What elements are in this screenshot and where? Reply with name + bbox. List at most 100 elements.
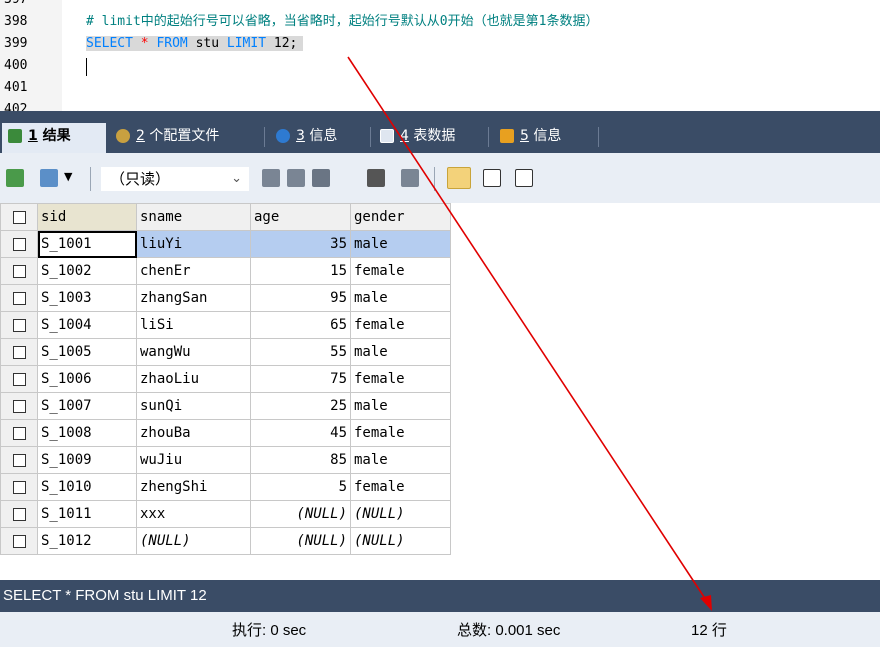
table-row[interactable]: S_1001 liuYi 35 male (0, 230, 451, 258)
table-row[interactable]: S_1007 sunQi 25 male (0, 392, 451, 420)
cell-gender[interactable]: male (350, 392, 451, 420)
cell-age[interactable]: 95 (250, 284, 351, 312)
cell-sname[interactable]: zhouBa (136, 419, 251, 447)
tab-profiles[interactable]: 2 个配置文件 (110, 123, 260, 153)
row-checkbox[interactable] (0, 527, 38, 555)
cell-sid[interactable]: S_1003 (37, 284, 137, 312)
cell-sid[interactable]: S_1011 (37, 500, 137, 528)
cell-age[interactable]: 35 (250, 230, 351, 258)
select-all-checkbox[interactable] (0, 203, 38, 231)
table-row[interactable]: S_1003 zhangSan 95 male (0, 284, 451, 312)
cell-age[interactable]: (NULL) (250, 527, 351, 555)
cell-gender[interactable]: male (350, 230, 451, 258)
save-icon[interactable] (312, 169, 330, 187)
cell-gender[interactable]: male (350, 338, 451, 366)
row-checkbox[interactable] (0, 473, 38, 501)
cell-sname[interactable]: zhengShi (136, 473, 251, 501)
cell-sid[interactable]: S_1002 (37, 257, 137, 285)
row-checkbox[interactable] (0, 446, 38, 474)
readonly-select[interactable]: （只读） ⌄ (101, 167, 249, 191)
cell-age[interactable]: 45 (250, 419, 351, 447)
table-row[interactable]: S_1002 chenEr 15 female (0, 257, 451, 285)
tab-info[interactable]: 5 信息 (494, 123, 596, 153)
row-checkbox[interactable] (0, 230, 38, 258)
cell-gender[interactable]: female (350, 419, 451, 447)
checkbox-icon (12, 507, 26, 521)
cell-sid[interactable]: S_1010 (37, 473, 137, 501)
table-row[interactable]: S_1009 wuJiu 85 male (0, 446, 451, 474)
cell-gender[interactable]: male (350, 284, 451, 312)
cell-age[interactable]: 5 (250, 473, 351, 501)
grid-header-row: sid sname age gender (0, 203, 451, 231)
table-row[interactable]: S_1012 (NULL) (NULL) (NULL) (0, 527, 451, 555)
column-header-gender[interactable]: gender (350, 203, 451, 231)
column-header-age[interactable]: age (250, 203, 351, 231)
cell-age[interactable]: 65 (250, 311, 351, 339)
cell-sid[interactable]: S_1012 (37, 527, 137, 555)
cancel-icon[interactable] (401, 169, 419, 187)
grid-view-icon[interactable] (447, 167, 471, 189)
export-grid-icon[interactable] (6, 169, 24, 187)
cell-gender[interactable]: female (350, 473, 451, 501)
cell-sname[interactable]: zhangSan (136, 284, 251, 312)
row-checkbox[interactable] (0, 284, 38, 312)
code-sql-line[interactable]: SELECT * FROM stu LIMIT 12; (86, 33, 304, 55)
cell-sname[interactable]: sunQi (136, 392, 251, 420)
cell-gender[interactable]: male (350, 446, 451, 474)
table-row[interactable]: S_1011 xxx (NULL) (NULL) (0, 500, 451, 528)
column-header-sid[interactable]: sid (37, 203, 137, 231)
table-row[interactable]: S_1008 zhouBa 45 female (0, 419, 451, 447)
cell-sname[interactable]: zhaoLiu (136, 365, 251, 393)
cell-sid[interactable]: S_1005 (37, 338, 137, 366)
cell-sname[interactable]: wuJiu (136, 446, 251, 474)
cell-age[interactable]: (NULL) (250, 500, 351, 528)
row-checkbox[interactable] (0, 500, 38, 528)
row-checkbox[interactable] (0, 419, 38, 447)
cell-gender[interactable]: female (350, 311, 451, 339)
table-row[interactable]: S_1004 liSi 65 female (0, 311, 451, 339)
cell-age[interactable]: 55 (250, 338, 351, 366)
cell-sname[interactable]: chenEr (136, 257, 251, 285)
column-header-sname[interactable]: sname (136, 203, 251, 231)
table-row[interactable]: S_1005 wangWu 55 male (0, 338, 451, 366)
query-status-bar: SELECT * FROM stu LIMIT 12 (0, 580, 880, 612)
cell-sid[interactable]: S_1009 (37, 446, 137, 474)
cell-sname[interactable]: xxx (136, 500, 251, 528)
cell-sname[interactable]: (NULL) (136, 527, 251, 555)
cell-gender[interactable]: female (350, 365, 451, 393)
cell-gender[interactable]: female (350, 257, 451, 285)
cell-age[interactable]: 15 (250, 257, 351, 285)
chevron-down-icon[interactable]: ▼ (64, 170, 72, 183)
cell-age[interactable]: 85 (250, 446, 351, 474)
row-checkbox[interactable] (0, 311, 38, 339)
cell-sname[interactable]: liSi (136, 311, 251, 339)
form-view-icon[interactable] (483, 169, 501, 187)
delete-icon[interactable] (367, 169, 385, 187)
row-checkbox[interactable] (0, 257, 38, 285)
cell-sid[interactable]: S_1004 (37, 311, 137, 339)
cell-age[interactable]: 25 (250, 392, 351, 420)
cell-sid[interactable]: S_1001 (37, 230, 137, 258)
table-row[interactable]: S_1006 zhaoLiu 75 female (0, 365, 451, 393)
cell-sid[interactable]: S_1006 (37, 365, 137, 393)
tab-table-data[interactable]: 4 表数据 (374, 123, 484, 153)
tab-results[interactable]: 1 结果 (2, 123, 106, 153)
sql-editor[interactable]: 397 398 399 400 401 402 # limit中的起始行号可以省… (0, 0, 880, 111)
cell-sname[interactable]: liuYi (136, 230, 251, 258)
insert-row-icon[interactable] (262, 169, 280, 187)
cell-sid[interactable]: S_1008 (37, 419, 137, 447)
text-view-icon[interactable] (515, 169, 533, 187)
export-dropdown-icon[interactable] (40, 169, 58, 187)
cell-gender[interactable]: (NULL) (350, 527, 451, 555)
code-comment-line[interactable]: # limit中的起始行号可以省略，当省略时，起始行号默认从0开始（也就是第1条… (86, 11, 598, 33)
row-checkbox[interactable] (0, 365, 38, 393)
cell-gender[interactable]: (NULL) (350, 500, 451, 528)
tab-messages[interactable]: 3 信息 (270, 123, 366, 153)
cell-sname[interactable]: wangWu (136, 338, 251, 366)
cell-age[interactable]: 75 (250, 365, 351, 393)
row-checkbox[interactable] (0, 392, 38, 420)
cell-sid[interactable]: S_1007 (37, 392, 137, 420)
row-checkbox[interactable] (0, 338, 38, 366)
table-row[interactable]: S_1010 zhengShi 5 female (0, 473, 451, 501)
duplicate-row-icon[interactable] (287, 169, 305, 187)
